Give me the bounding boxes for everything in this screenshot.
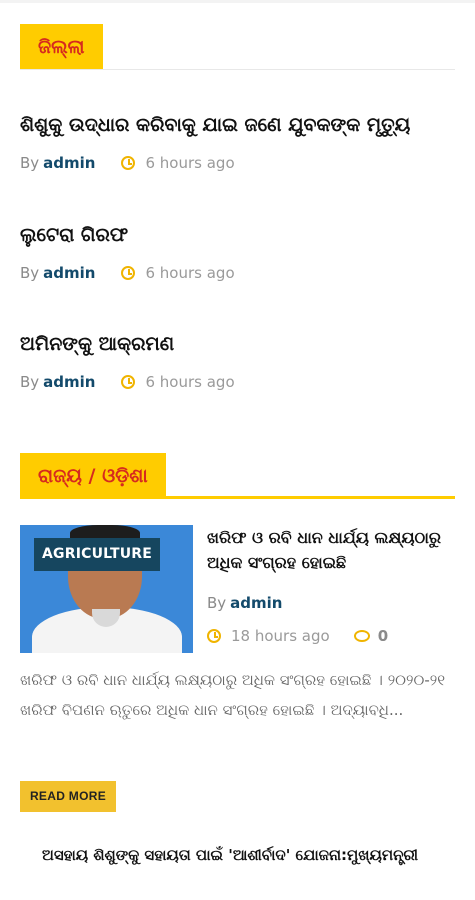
list-item: ଲୁଟେରା ଗିରଫ By admin 6 hours ago bbox=[20, 222, 460, 284]
post-meta: By admin 6 hours ago bbox=[20, 152, 460, 174]
section-rule bbox=[20, 69, 455, 70]
post-meta: By admin 6 hours ago bbox=[20, 371, 460, 393]
post-time[interactable]: 6 hours ago bbox=[145, 264, 234, 282]
top-divider bbox=[0, 0, 475, 3]
list-item: ଅମିନଙ୍କୁ ଆକ୍ରମଣ By admin 6 hours ago bbox=[20, 331, 460, 393]
by-label: By bbox=[20, 373, 40, 391]
post-time[interactable]: 6 hours ago bbox=[145, 154, 234, 172]
author-link[interactable]: admin bbox=[43, 154, 95, 172]
comment-icon bbox=[353, 630, 370, 642]
featured-time-meta: 18 hours ago 0 bbox=[207, 625, 388, 647]
section-rule bbox=[20, 496, 455, 499]
category-badge[interactable]: AGRICULTURE bbox=[34, 538, 161, 571]
clock-icon bbox=[121, 375, 136, 389]
featured-excerpt: ଖରିଫ ଓ ରବି ଧାନ ଧାର୍ଯ୍ୟ ଲକ୍ଷ୍ୟଠାରୁ ଅଧିକ ସ… bbox=[20, 671, 446, 719]
by-label: By bbox=[207, 594, 227, 612]
read-more-button[interactable]: READ MORE bbox=[20, 781, 116, 812]
post-time[interactable]: 18 hours ago bbox=[231, 627, 330, 645]
author-link[interactable]: admin bbox=[230, 594, 282, 612]
by-label: By bbox=[20, 154, 40, 172]
comment-count[interactable]: 0 bbox=[378, 627, 388, 645]
post-meta: By admin 6 hours ago bbox=[20, 262, 460, 284]
section-header-state: ରାଜ୍ୟ / ଓଡ଼ିଶା bbox=[20, 453, 455, 499]
clock-icon bbox=[121, 266, 136, 280]
post-title[interactable]: ଶିଶୁକୁ ଉଦ୍ଧାର କରିବାକୁ ଯାଇ ଜଣେ ଯୁବକଙ୍କ ମୃ… bbox=[20, 112, 460, 138]
next-post-title[interactable]: ଅସହାୟ ଶିଶୁଙ୍କୁ ସହାୟତା ପାଇଁ 'ଆଶୀର୍ବାଦ' ଯୋ… bbox=[42, 843, 442, 868]
featured-title[interactable]: ଖରିଫ ଓ ରବି ଧାନ ଧାର୍ଯ୍ୟ ଲକ୍ଷ୍ୟଠାରୁ ଅଧିକ ସ… bbox=[207, 525, 462, 575]
section-tag-state[interactable]: ରାଜ୍ୟ / ଓଡ଼ିଶା bbox=[20, 453, 166, 499]
author-link[interactable]: admin bbox=[43, 373, 95, 391]
author-link[interactable]: admin bbox=[43, 264, 95, 282]
post-title[interactable]: ଅମିନଙ୍କୁ ଆକ୍ରମଣ bbox=[20, 331, 460, 357]
post-time[interactable]: 6 hours ago bbox=[145, 373, 234, 391]
section-tag-district[interactable]: ଜିଲ୍ଲା bbox=[20, 24, 103, 70]
list-item: ଶିଶୁକୁ ଉଦ୍ଧାର କରିବାକୁ ଯାଇ ଜଣେ ଯୁବକଙ୍କ ମୃ… bbox=[20, 112, 460, 174]
clock-icon bbox=[207, 629, 221, 643]
post-title[interactable]: ଲୁଟେରା ଗିରଫ bbox=[20, 222, 460, 248]
section-header-district: ଜିଲ୍ଲା bbox=[20, 24, 455, 70]
clock-icon bbox=[121, 156, 136, 170]
by-label: By bbox=[20, 264, 40, 282]
featured-author-meta: By admin bbox=[207, 592, 282, 614]
